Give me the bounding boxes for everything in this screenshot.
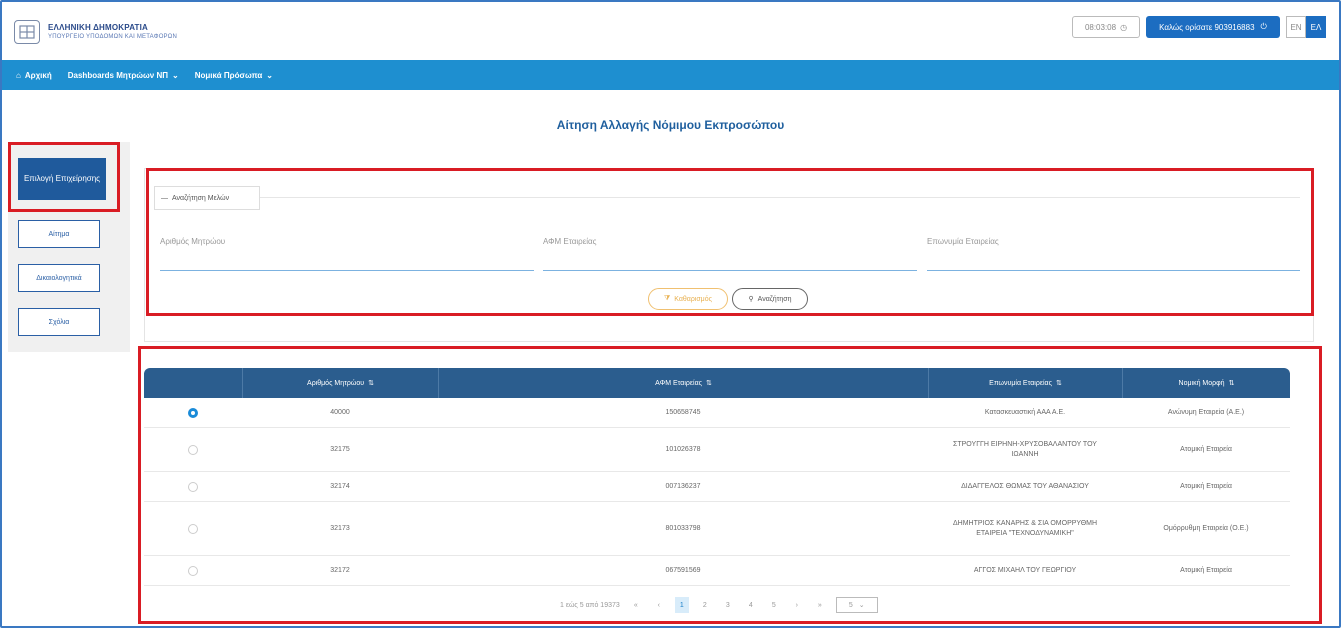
nav-legal-entities-label: Νομικά Πρόσωπα (194, 70, 263, 80)
language-el-button[interactable]: ΕΛ (1306, 16, 1326, 38)
session-timer: 08:03:08 ◷ (1072, 16, 1140, 38)
welcome-text: Καλώς ορίσατε 903916883 (1159, 22, 1255, 32)
logout-icon[interactable]: ⏻ (1261, 22, 1267, 32)
org-line-1: ΕΛΛΗΝΙΚΗ ΔΗΜΟΚΡΑΤΙΑ (48, 23, 148, 32)
nav-home-label: Αρχική (24, 70, 52, 80)
chevron-down-icon: ⌄ (172, 70, 179, 80)
highlight-box-sidebar (8, 142, 120, 212)
org-line-2: ΥΠΟΥΡΓΕΙΟ ΥΠΟΔΟΜΩΝ ΚΑΙ ΜΕΤΑΦΟΡΩΝ (48, 34, 177, 40)
user-welcome-button[interactable]: Καλώς ορίσατε 903916883 ⏻ (1146, 16, 1280, 38)
nav-dashboards[interactable]: Dashboards Μητρώων ΝΠ ⌄ (68, 71, 179, 80)
step-documents[interactable]: Δικαιολογητικά (18, 264, 100, 292)
nav-legal-entities[interactable]: Νομικά Πρόσωπα ⌄ (195, 71, 273, 80)
page-title: Αίτηση Αλλαγής Νόμιμου Εκπροσώπου (556, 118, 785, 132)
highlight-box-search (146, 168, 1314, 316)
home-icon: ⌂ (16, 70, 21, 80)
organization-name: ΕΛΛΗΝΙΚΗ ΔΗΜΟΚΡΑΤΙΑ ΥΠΟΥΡΓΕΙΟ ΥΠΟΔΟΜΩΝ Κ… (48, 23, 177, 40)
nav-home[interactable]: ⌂ Αρχική (16, 71, 52, 80)
main-navigation: ⌂ Αρχική Dashboards Μητρώων ΝΠ ⌄ Νομικά … (2, 60, 1339, 90)
session-timer-text: 08:03:08 (1084, 22, 1117, 32)
clock-icon: ◷ (1120, 22, 1128, 32)
language-en-button[interactable]: EN (1286, 16, 1306, 38)
step-request[interactable]: Αίτημα (18, 220, 100, 248)
government-logo (14, 20, 40, 44)
chevron-down-icon: ⌄ (266, 70, 273, 80)
highlight-box-table (138, 346, 1322, 624)
nav-dashboards-label: Dashboards Μητρώων ΝΠ (67, 70, 169, 80)
step-comments[interactable]: Σχόλια (18, 308, 100, 336)
